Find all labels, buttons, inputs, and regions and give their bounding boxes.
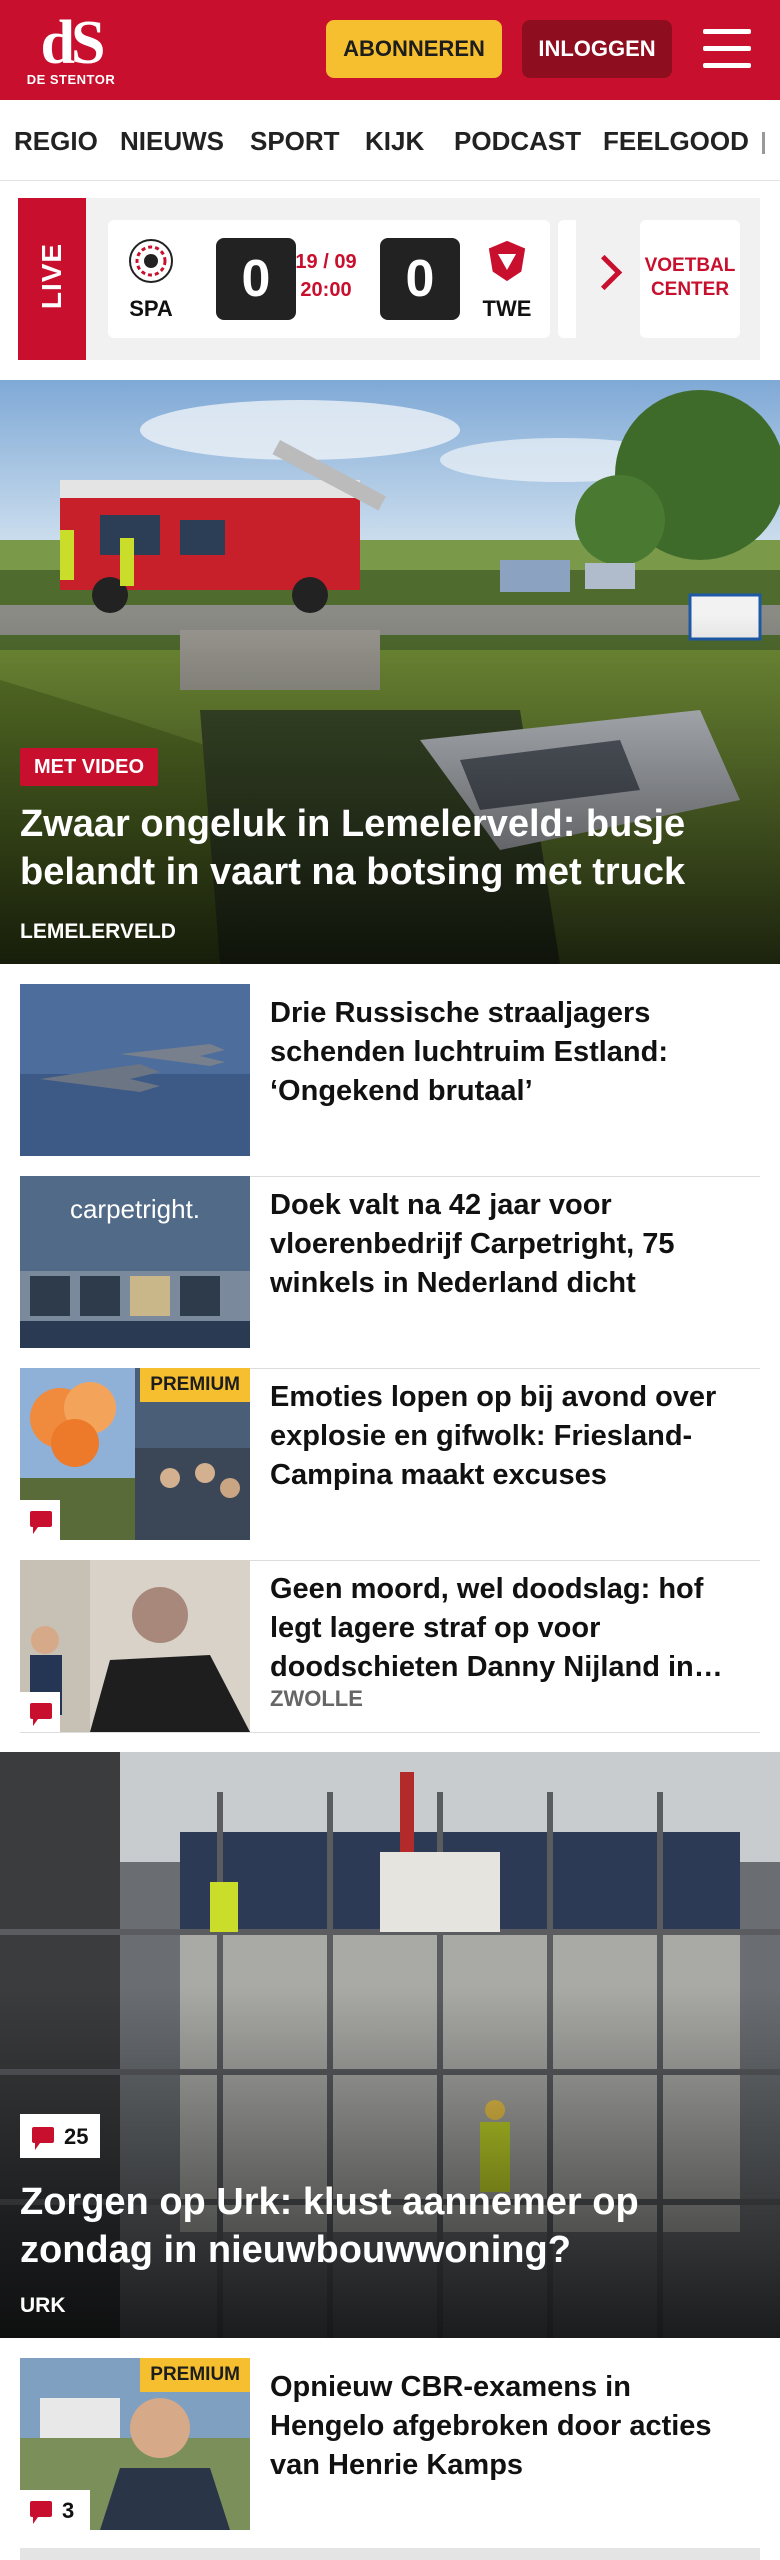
- next-article-peek: [20, 2548, 760, 2560]
- list-item[interactable]: Geen moord, wel doodslag: hof legt lager…: [20, 1560, 760, 1733]
- voetbal-center-label: VOETBAL CENTER: [644, 255, 736, 300]
- article-title[interactable]: Drie Russische straaljagers schenden luc…: [270, 994, 750, 1111]
- comment-count: 25: [64, 2124, 89, 2149]
- nav-item-kijk[interactable]: KIJK: [365, 126, 424, 156]
- nav-item-sport[interactable]: SPORT: [250, 126, 340, 156]
- article-title[interactable]: Geen moord, wel doodslag: hof legt lager…: [270, 1570, 750, 1687]
- nav-item-podcast[interactable]: PODCAST: [454, 126, 581, 156]
- list-item[interactable]: PREMIUM 3 Opnieuw CBR-examens in Hengelo…: [20, 2358, 760, 2551]
- site-logo[interactable]: dS DE STENTOR: [24, 12, 118, 90]
- comment-badge[interactable]: [20, 1500, 60, 1540]
- comment-count: 3: [62, 2498, 75, 2523]
- match-time: 20:00: [300, 279, 352, 301]
- login-button[interactable]: INLOGGEN: [522, 20, 672, 78]
- chevron-right-icon[interactable]: [586, 254, 623, 291]
- away-score: 0: [380, 238, 460, 320]
- hero-gradient: [0, 613, 780, 964]
- comment-icon: [30, 2501, 52, 2524]
- next-match-card-peek[interactable]: [558, 220, 576, 338]
- logo-name: DE STENTOR: [26, 72, 116, 87]
- section-nav: REGIO NIEUWS SPORT KIJK PODCAST FEELGOOD: [0, 100, 780, 181]
- comment-count-badge[interactable]: 25: [20, 2114, 100, 2158]
- hero-location-urk: URK: [20, 2294, 66, 2317]
- match-card[interactable]: SPA 0 19 / 09 20:00 0 TWE: [108, 220, 550, 338]
- article-thumb-cbr: PREMIUM 3: [20, 2358, 250, 2530]
- hamburger-menu-icon[interactable]: [700, 25, 754, 73]
- logo-mark: dS: [40, 9, 106, 77]
- home-team-crest-icon: [129, 239, 173, 283]
- site-header: dS DE STENTOR ABONNEREN INLOGGEN: [0, 0, 780, 100]
- article-thumb-court: [20, 1560, 250, 1732]
- comment-icon: [32, 2127, 54, 2150]
- premium-badge: PREMIUM: [140, 1368, 250, 1402]
- home-team-name: SPA: [129, 296, 173, 321]
- live-tag: LIVE: [18, 198, 86, 360]
- comment-count-badge[interactable]: 3: [20, 2490, 90, 2530]
- article-location: ZWOLLE: [270, 1686, 363, 1711]
- match-date: 19 / 09: [295, 251, 357, 273]
- away-team-name: TWE: [482, 296, 532, 321]
- nav-item-nieuws[interactable]: NIEUWS: [120, 126, 224, 156]
- list-item[interactable]: carpetright. Doek valt na 42 jaar voor v…: [20, 1176, 760, 1369]
- home-score: 0: [216, 238, 296, 320]
- article-thumb-carpetright: carpetright.: [20, 1176, 250, 1348]
- carpetright-sign-text: carpetright.: [69, 1194, 201, 1224]
- comment-badge[interactable]: [20, 1692, 60, 1732]
- premium-badge: PREMIUM: [140, 2358, 250, 2392]
- hero-gradient: [0, 1986, 780, 2338]
- article-title[interactable]: Emoties lopen op bij avond over explosie…: [270, 1378, 750, 1495]
- video-tag: MET VIDEO: [20, 748, 159, 786]
- live-score-widget: LIVE SPA 0 19 / 09 20:00 0 TWE VOETBAL C…: [18, 198, 760, 360]
- hero-title-lemelerveld[interactable]: Zwaar ongeluk in Lemelerveld: busje bela…: [20, 800, 760, 896]
- match-datetime: 19 / 09 20:00: [286, 248, 366, 304]
- article-title[interactable]: Doek valt na 42 jaar voor vloerenbedrijf…: [270, 1186, 750, 1303]
- jets-image: [20, 984, 250, 1156]
- list-item[interactable]: PREMIUM Emoties lopen op bij avond over …: [20, 1368, 760, 1561]
- voetbal-center-button[interactable]: VOETBAL CENTER: [640, 220, 740, 338]
- nav-item-feelgood[interactable]: FEELGOOD: [603, 126, 749, 156]
- article-title[interactable]: Opnieuw CBR-examens in Hengelo afgebroke…: [270, 2368, 750, 2485]
- list-item[interactable]: Drie Russische straaljagers schenden luc…: [20, 984, 760, 1177]
- article-thumb-jets: [20, 984, 250, 1156]
- away-team-crest-icon: [487, 239, 527, 283]
- article-thumb-explosion: PREMIUM: [20, 1368, 250, 1540]
- hero-title-urk[interactable]: Zorgen op Urk: klust aannemer op zondag …: [20, 2178, 760, 2274]
- hero-location-lemelerveld: LEMELERVELD: [20, 920, 176, 943]
- live-label: LIVE: [36, 242, 67, 310]
- subscribe-button[interactable]: ABONNEREN: [326, 20, 502, 78]
- comment-icon: [30, 1511, 52, 1534]
- comment-icon: [30, 1703, 52, 1726]
- nav-item-regio[interactable]: REGIO: [14, 126, 98, 156]
- nav-overflow-hint: [762, 132, 765, 154]
